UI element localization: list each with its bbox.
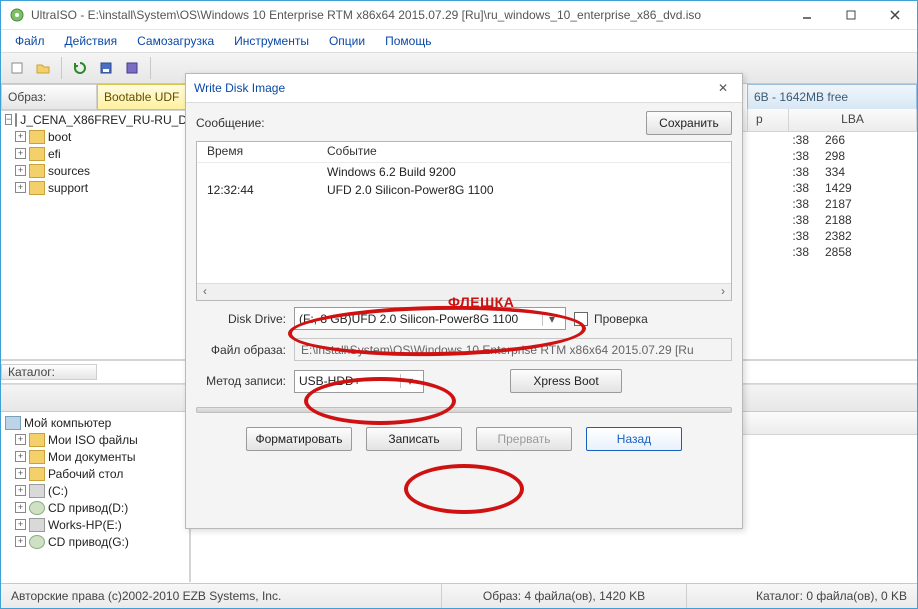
- menu-actions[interactable]: Действия: [55, 32, 128, 50]
- disk-drive-label: Disk Drive:: [196, 312, 286, 326]
- catalog-root[interactable]: Мой компьютер: [24, 416, 111, 430]
- app-icon: [9, 7, 25, 23]
- folder-icon: [29, 433, 45, 447]
- dialog-title: Write Disk Image: [194, 81, 285, 95]
- write-disk-dialog: Write Disk Image ✕ Сообщение: Сохранить …: [185, 73, 743, 529]
- col-lba[interactable]: LBA: [789, 109, 917, 131]
- dialog-close-icon[interactable]: ✕: [712, 81, 734, 95]
- format-button[interactable]: Форматировать: [246, 427, 352, 451]
- folder-icon: [29, 130, 45, 144]
- open-icon[interactable]: [31, 56, 55, 80]
- catalog-tree[interactable]: Мой компьютер +Мои ISO файлы+Мои докумен…: [1, 412, 191, 582]
- checkbox-icon: [574, 312, 588, 326]
- drive-icon: [29, 518, 45, 532]
- catalog-label: Каталог:: [1, 364, 97, 380]
- menu-tools[interactable]: Инструменты: [224, 32, 319, 50]
- image-label: Образ:: [1, 84, 97, 110]
- catalog-item[interactable]: +Мои документы: [5, 448, 185, 465]
- folder-icon: [29, 467, 45, 481]
- tree-item-boot[interactable]: boot: [48, 130, 71, 144]
- message-list[interactable]: Время Событие Windows 6.2 Build 9200 12:…: [196, 141, 732, 301]
- status-copyright: Авторские права (c)2002-2010 EZB Systems…: [1, 584, 442, 608]
- progress-bar-empty: [196, 407, 732, 413]
- app-window: UltraISO - E:\install\System\OS\Windows …: [0, 0, 918, 609]
- catalog-item[interactable]: +Мои ISO файлы: [5, 431, 185, 448]
- tree-item-efi[interactable]: efi: [48, 147, 61, 161]
- refresh-icon[interactable]: [68, 56, 92, 80]
- scroll-left-icon[interactable]: ‹: [197, 284, 213, 300]
- col-event[interactable]: Событие: [317, 142, 387, 162]
- col-size[interactable]: p: [748, 109, 789, 131]
- catalog-item[interactable]: +(C:): [5, 482, 185, 499]
- new-icon[interactable]: [5, 56, 29, 80]
- col-time[interactable]: Время: [197, 142, 317, 162]
- folder-icon: [29, 181, 45, 195]
- tree-item-support[interactable]: support: [48, 181, 88, 195]
- drive-icon: [29, 484, 45, 498]
- scroll-right-icon[interactable]: ›: [715, 284, 731, 300]
- menu-file[interactable]: Файл: [5, 32, 55, 50]
- catalog-item[interactable]: +CD привод(D:): [5, 499, 185, 516]
- disk-icon: [15, 113, 17, 127]
- tree-item-sources[interactable]: sources: [48, 164, 90, 178]
- disk-drive-combo[interactable]: (F:, 8 GB)UFD 2.0 Silicon-Power8G 1100 ▾: [294, 307, 566, 330]
- save-log-button[interactable]: Сохранить: [646, 111, 732, 135]
- log-row-1: Windows 6.2 Build 9200: [317, 163, 466, 181]
- folder-icon: [29, 147, 45, 161]
- verify-label: Проверка: [594, 312, 648, 326]
- image-file-value: E:\install\System\OS\Windows 10 Enterpri…: [294, 338, 732, 361]
- close-button[interactable]: [873, 1, 917, 29]
- folder-icon: [29, 164, 45, 178]
- tree-root[interactable]: J_CENA_X86FREV_RU-RU_D: [20, 113, 187, 127]
- cd-icon: [29, 535, 45, 549]
- xpress-boot-button[interactable]: Xpress Boot: [510, 369, 622, 393]
- window-title: UltraISO - E:\install\System\OS\Windows …: [31, 8, 785, 22]
- menu-help[interactable]: Помощь: [375, 32, 441, 50]
- status-image: Образ: 4 файла(ов), 1420 KB: [442, 584, 687, 608]
- write-method-combo[interactable]: USB-HDD+ ▾: [294, 370, 424, 393]
- image-tree[interactable]: −J_CENA_X86FREV_RU-RU_D +boot +efi +sour…: [1, 109, 191, 359]
- verify-checkbox[interactable]: Проверка: [574, 312, 664, 326]
- abort-button: Прервать: [476, 427, 572, 451]
- menu-options[interactable]: Опции: [319, 32, 375, 50]
- write-method-value: USB-HDD+: [299, 374, 400, 388]
- computer-icon: [5, 416, 21, 430]
- folder-icon: [29, 450, 45, 464]
- capacity-badge: 6B - 1642MB free: [747, 84, 917, 110]
- maximize-button[interactable]: [829, 1, 873, 29]
- status-catalog: Каталог: 0 файла(ов), 0 KB: [687, 584, 917, 608]
- statusbar: Авторские права (c)2002-2010 EZB Systems…: [1, 583, 917, 608]
- back-button[interactable]: Назад: [586, 427, 682, 451]
- annotation-ring-write: [404, 464, 524, 514]
- menu-bootable[interactable]: Самозагрузка: [127, 32, 224, 50]
- catalog-item[interactable]: +CD привод(G:): [5, 533, 185, 550]
- cd-icon: [29, 501, 45, 515]
- dialog-titlebar: Write Disk Image ✕: [186, 74, 742, 103]
- catalog-item[interactable]: +Рабочий стол: [5, 465, 185, 482]
- minimize-button[interactable]: [785, 1, 829, 29]
- log-row-2-event: UFD 2.0 Silicon-Power8G 1100: [317, 181, 504, 199]
- chevron-down-icon[interactable]: ▾: [400, 374, 419, 388]
- disk-drive-value: (F:, 8 GB)UFD 2.0 Silicon-Power8G 1100: [299, 312, 542, 326]
- chevron-down-icon[interactable]: ▾: [542, 312, 561, 326]
- image-file-label: Файл образа:: [196, 343, 286, 357]
- write-button[interactable]: Записать: [366, 427, 462, 451]
- catalog-item[interactable]: +Works-HP(E:): [5, 516, 185, 533]
- message-label: Сообщение:: [196, 116, 646, 130]
- save-icon[interactable]: [94, 56, 118, 80]
- write-method-label: Метод записи:: [196, 374, 286, 388]
- saveas-icon[interactable]: [120, 56, 144, 80]
- menubar: Файл Действия Самозагрузка Инструменты О…: [1, 30, 917, 52]
- titlebar: UltraISO - E:\install\System\OS\Windows …: [1, 1, 917, 30]
- log-row-2-time: 12:32:44: [197, 181, 317, 199]
